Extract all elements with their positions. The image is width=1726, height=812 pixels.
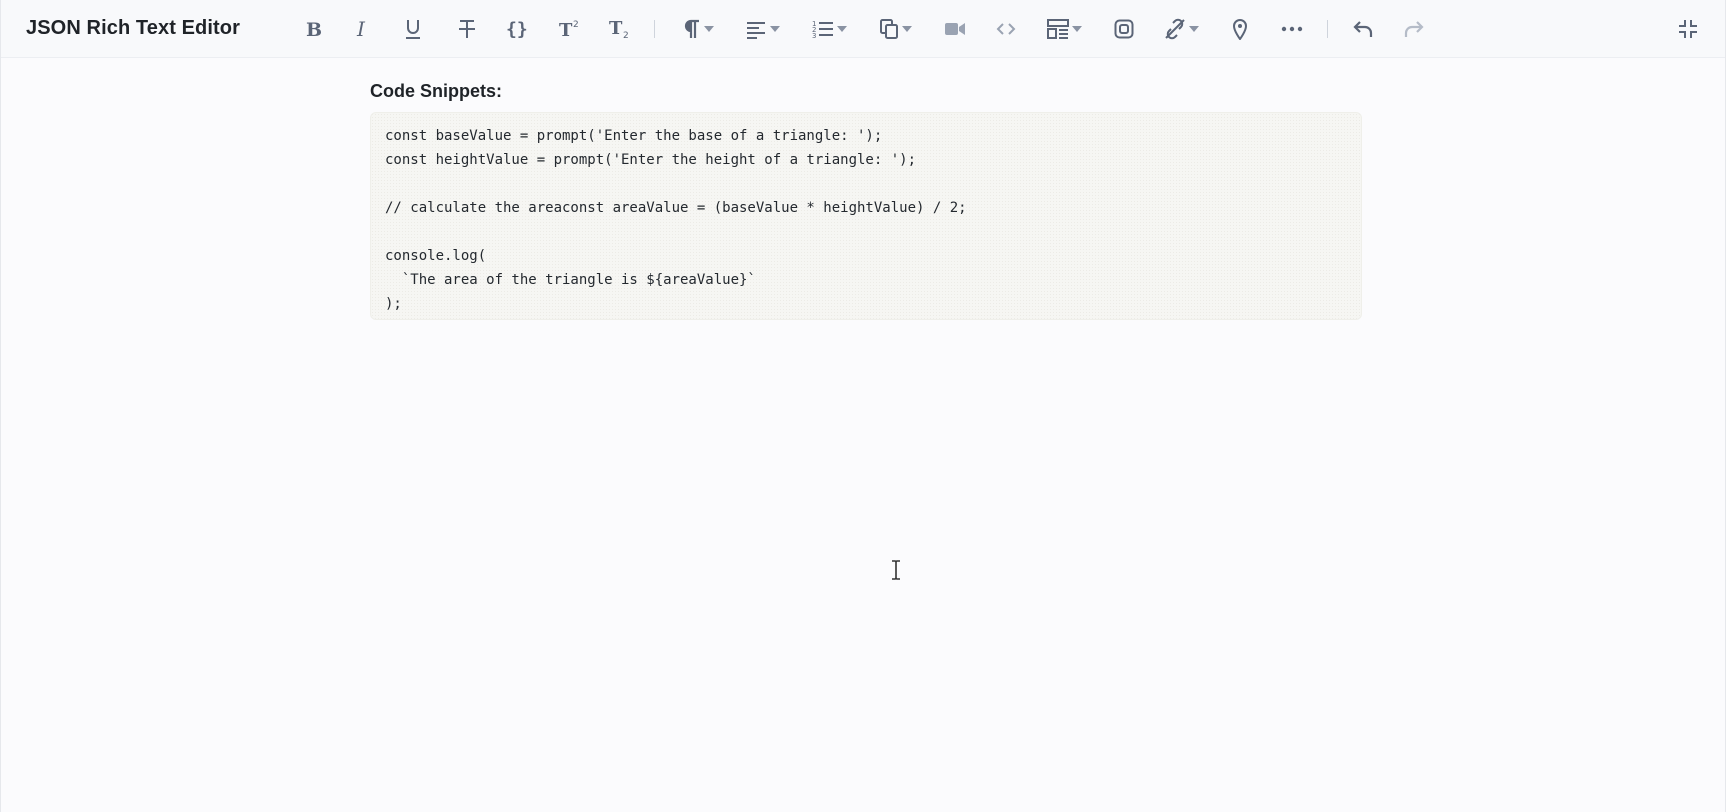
svg-text:3: 3 bbox=[812, 32, 816, 40]
curly-braces-icon: {} bbox=[506, 19, 528, 40]
strikethrough-button[interactable] bbox=[455, 13, 479, 45]
minimize-icon bbox=[1679, 20, 1697, 38]
code-line: // calculate the areaconst areaValue = (… bbox=[385, 200, 967, 216]
code-line: `The area of the triangle is ${areaValue… bbox=[385, 272, 756, 288]
code-line: const baseValue = prompt('Enter the base… bbox=[385, 128, 883, 144]
table-icon bbox=[1046, 19, 1069, 39]
video-button[interactable] bbox=[942, 13, 968, 45]
chevron-down-icon bbox=[703, 26, 714, 32]
svg-text:T: T bbox=[559, 20, 573, 40]
numbered-list-icon: 123 bbox=[812, 20, 833, 40]
toolbar-separator bbox=[654, 20, 655, 38]
italic-button[interactable]: I bbox=[351, 13, 375, 45]
underline-icon bbox=[406, 20, 420, 39]
editor-content[interactable]: Code Snippets: const baseValue = prompt(… bbox=[370, 80, 1362, 320]
subscript-icon: T2 bbox=[609, 18, 629, 40]
align-left-icon bbox=[746, 22, 765, 39]
underline-button[interactable] bbox=[401, 13, 425, 45]
section-heading: Code Snippets: bbox=[370, 81, 503, 101]
code-block[interactable]: const baseValue = prompt('Enter the base… bbox=[370, 112, 1362, 320]
code-line: const heightValue = prompt('Enter the he… bbox=[385, 152, 917, 168]
collapse-button[interactable] bbox=[1675, 13, 1701, 45]
code-line: ); bbox=[385, 296, 402, 312]
list-dropdown[interactable]: 123 bbox=[809, 13, 849, 45]
instagram-button[interactable] bbox=[1111, 13, 1137, 45]
undo-button[interactable] bbox=[1350, 13, 1376, 45]
svg-text:I: I bbox=[356, 19, 366, 39]
chevron-down-icon bbox=[1188, 26, 1199, 32]
redo-icon bbox=[1404, 21, 1424, 37]
embed-button[interactable] bbox=[993, 13, 1019, 45]
link-dropdown[interactable] bbox=[1161, 13, 1201, 45]
svg-text:2: 2 bbox=[573, 20, 579, 30]
svg-text:2: 2 bbox=[623, 31, 629, 40]
bold-button[interactable]: B bbox=[301, 13, 325, 45]
editor-app: JSON Rich Text Editor B I {} T2 T2 1 2 3… bbox=[0, 0, 1726, 812]
more-horizontal-icon bbox=[1281, 26, 1303, 32]
redo-button[interactable] bbox=[1401, 13, 1427, 45]
superscript-button[interactable]: T2 bbox=[557, 13, 583, 45]
strikethrough-icon bbox=[459, 20, 475, 38]
svg-text:{}: {} bbox=[506, 19, 528, 40]
table-dropdown[interactable] bbox=[1044, 13, 1084, 45]
svg-text:T: T bbox=[609, 18, 623, 39]
paragraph-dropdown[interactable] bbox=[680, 13, 716, 45]
video-icon bbox=[945, 23, 965, 35]
undo-icon bbox=[1353, 21, 1373, 37]
italic-icon: I bbox=[356, 19, 366, 39]
app-title: JSON Rich Text Editor bbox=[26, 17, 240, 39]
subscript-button[interactable]: T2 bbox=[607, 13, 633, 45]
toolbar-separator bbox=[1327, 20, 1328, 38]
chevron-down-icon bbox=[769, 26, 780, 32]
instagram-icon bbox=[1114, 19, 1134, 39]
code-line: console.log( bbox=[385, 248, 487, 264]
more-button[interactable] bbox=[1278, 13, 1306, 45]
inline-code-button[interactable]: {} bbox=[504, 13, 530, 45]
svg-text:B: B bbox=[306, 19, 322, 39]
chevron-down-icon bbox=[836, 26, 847, 32]
map-pin-icon bbox=[1232, 19, 1248, 40]
code-brackets-icon bbox=[996, 23, 1016, 35]
superscript-icon: T2 bbox=[559, 20, 579, 40]
toolbar: JSON Rich Text Editor B I {} T2 T2 1 2 3 bbox=[1, 0, 1725, 58]
location-button[interactable] bbox=[1227, 13, 1253, 45]
text-cursor-icon bbox=[892, 560, 900, 580]
chevron-down-icon bbox=[1071, 26, 1082, 32]
copy-dropdown[interactable] bbox=[875, 13, 915, 45]
align-dropdown[interactable] bbox=[742, 13, 782, 45]
chevron-down-icon bbox=[901, 26, 912, 32]
copy-icon bbox=[879, 19, 898, 39]
link-off-icon bbox=[1164, 18, 1185, 40]
pilcrow-icon bbox=[684, 19, 699, 38]
bold-icon: B bbox=[306, 19, 322, 39]
